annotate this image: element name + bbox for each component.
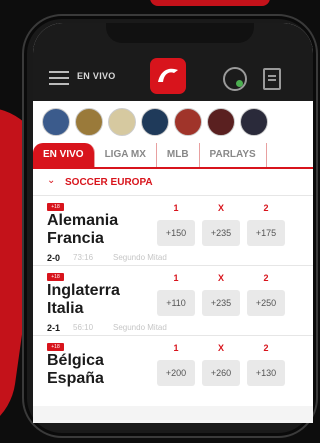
phone-screen: EN VIVO EN VIVO LIGA MX MLB PARLAYS ⌄ SO… [33, 23, 313, 423]
odds-header-away: 2 [263, 203, 269, 213]
tab-en-vivo[interactable]: EN VIVO [33, 143, 95, 167]
section-title: SOCCER EUROPA [65, 177, 153, 188]
odds-button-away[interactable]: +175 [247, 220, 285, 246]
match-score: 2-0 [47, 253, 61, 263]
sport-tabs: EN VIVO LIGA MX MLB PARLAYS [33, 143, 313, 169]
odds-header-draw: X [217, 203, 224, 213]
profile-status-dot [236, 80, 243, 87]
odds-header-away: 2 [263, 343, 269, 353]
team-avatar[interactable] [141, 108, 169, 136]
match-score: 2-1 [47, 323, 61, 333]
match-row[interactable]: +18 Bélgica España 1 X 2 +200 +260 +130 [33, 335, 313, 406]
profile-icon[interactable] [223, 67, 247, 91]
odds-button-draw[interactable]: +235 [202, 220, 240, 246]
match-period: Segundo Mitad [113, 253, 167, 262]
odds-button-away[interactable]: +250 [247, 290, 285, 316]
odds-header-home: 1 [173, 203, 179, 213]
phone-notch [106, 23, 254, 43]
match-row[interactable]: +18 Alemania Francia 2-0 73:16 Segundo M… [33, 195, 313, 266]
odds-button-draw[interactable]: +235 [202, 290, 240, 316]
odds-button-draw[interactable]: +260 [202, 360, 240, 386]
odds-header-home: 1 [173, 343, 179, 353]
odds-button-home[interactable]: +200 [157, 360, 195, 386]
team-avatar[interactable] [240, 108, 268, 136]
brand-logo[interactable] [150, 58, 186, 94]
betslip-icon[interactable] [263, 68, 281, 90]
team-avatar[interactable] [42, 108, 70, 136]
tab-parlays[interactable]: PARLAYS [200, 143, 267, 167]
match-period: Segundo Mitad [113, 323, 167, 332]
team-avatar-strip[interactable] [33, 101, 313, 143]
team-avatar[interactable] [207, 108, 235, 136]
section-header[interactable]: ⌄ SOCCER EUROPA [33, 169, 313, 195]
team-away: España [47, 370, 104, 387]
age-badge: +18 [47, 343, 64, 351]
tab-mlb[interactable]: MLB [157, 143, 200, 167]
brand-stripe-top [150, 0, 270, 6]
odds-header-home: 1 [173, 273, 179, 283]
team-avatar[interactable] [174, 108, 202, 136]
odds-button-home[interactable]: +110 [157, 290, 195, 316]
match-row[interactable]: +18 Inglaterra Italia 2-1 56:10 Segundo … [33, 265, 313, 336]
odds-header-away: 2 [263, 273, 269, 283]
menu-icon[interactable] [49, 71, 69, 85]
odds-header-draw: X [217, 273, 224, 283]
match-clock: 56:10 [73, 323, 94, 332]
team-home: Inglaterra [47, 282, 120, 299]
team-home: Alemania [47, 212, 119, 229]
odds-button-home[interactable]: +150 [157, 220, 195, 246]
age-badge: +18 [47, 273, 64, 281]
odds-button-away[interactable]: +130 [247, 360, 285, 386]
team-away: Francia [47, 230, 104, 247]
team-away: Italia [47, 300, 84, 317]
team-home: Bélgica [47, 352, 104, 369]
chevron-down-icon: ⌄ [47, 175, 56, 186]
tab-liga-mx[interactable]: LIGA MX [95, 143, 157, 167]
team-avatar[interactable] [75, 108, 103, 136]
nav-label[interactable]: EN VIVO [77, 71, 116, 81]
match-clock: 73:16 [73, 253, 94, 262]
odds-header-draw: X [217, 343, 224, 353]
team-avatar[interactable] [108, 108, 136, 136]
age-badge: +18 [47, 203, 64, 211]
